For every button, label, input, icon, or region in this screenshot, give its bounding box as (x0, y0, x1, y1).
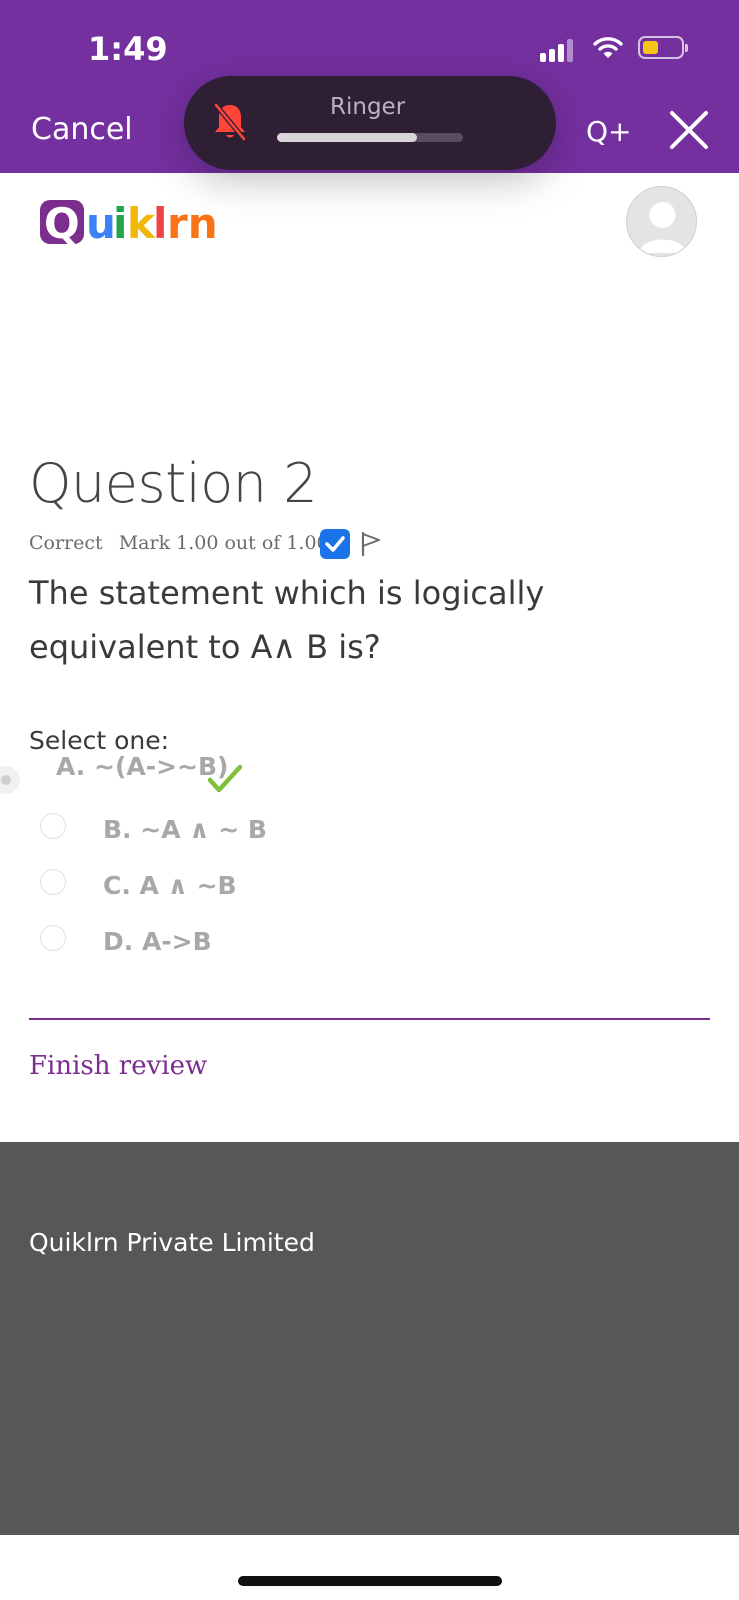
option-d-label[interactable]: D. A->B (103, 927, 212, 956)
option-c-radio[interactable] (40, 869, 66, 895)
q-plus-button[interactable]: Q+ (586, 115, 632, 148)
svg-text:Q: Q (44, 199, 80, 248)
option-b-label[interactable]: B. ~A ∧ ~ B (103, 815, 267, 844)
close-icon[interactable] (669, 110, 709, 150)
option-c-label[interactable]: C. A ∧ ~B (103, 871, 237, 900)
option-d-radio[interactable] (40, 925, 66, 951)
question-mark: Mark 1.00 out of 1.00 (118, 532, 329, 554)
home-indicator[interactable] (238, 1576, 502, 1586)
ringer-volume-bar (277, 133, 463, 142)
svg-text:l: l (153, 199, 167, 248)
divider (29, 1018, 710, 1020)
cancel-button[interactable]: Cancel (31, 112, 133, 147)
svg-text:u: u (86, 199, 116, 248)
checkbox-icon[interactable] (320, 529, 350, 559)
battery-icon (638, 36, 688, 59)
option-a-label[interactable]: A. ~(A->~B) (56, 752, 229, 781)
flag-icon[interactable] (358, 531, 384, 557)
finish-review-link[interactable]: Finish review (29, 1051, 207, 1081)
quiklrn-logo[interactable]: Q u i k l rn (38, 192, 228, 252)
avatar[interactable] (626, 186, 697, 257)
option-b-radio[interactable] (40, 813, 66, 839)
question-title: Question 2 (29, 452, 318, 515)
question-meta: Correct Mark 1.00 out of 1.00 (29, 532, 339, 554)
ringer-hud: Ringer (184, 76, 556, 170)
svg-text:i: i (113, 199, 127, 248)
status-time: 1:49 (88, 30, 168, 68)
svg-text:k: k (127, 199, 156, 248)
footer-company: Quiklrn Private Limited (29, 1228, 315, 1257)
svg-text:rn: rn (167, 199, 218, 248)
bell-muted-icon (214, 103, 246, 141)
ringer-volume-fill (277, 133, 417, 142)
question-state: Correct (29, 532, 103, 554)
option-a-radio[interactable] (0, 766, 20, 794)
footer: Quiklrn Private Limited (0, 1142, 739, 1535)
avatar-icon (639, 202, 686, 253)
question-text: The statement which is logically equival… (29, 574, 545, 666)
tick-icon (208, 764, 242, 793)
select-one-label: Select one: (29, 726, 170, 755)
signal-icon (540, 38, 574, 62)
ringer-label: Ringer (330, 94, 406, 120)
wifi-icon (593, 37, 623, 58)
